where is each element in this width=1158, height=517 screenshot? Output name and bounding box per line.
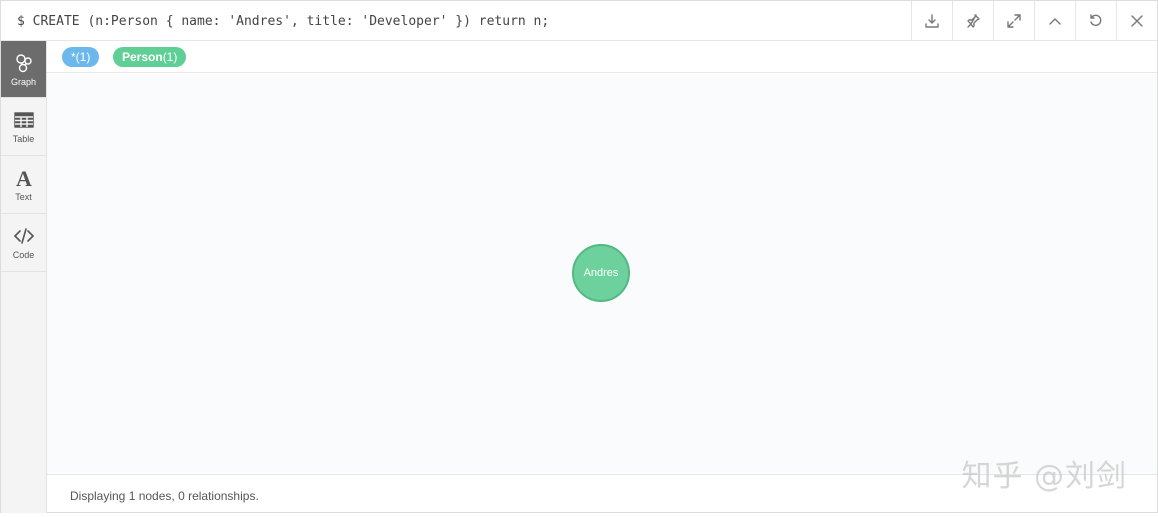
graph-canvas[interactable]: Andres [47,74,1157,474]
svg-text:A: A [16,167,32,189]
rerun-icon [1090,14,1102,27]
expand-button[interactable] [993,1,1034,41]
sidebar-item-label: Graph [10,76,36,87]
close-button[interactable] [1116,1,1157,41]
view-sidebar: Graph Table A Text Code [1,41,47,513]
sidebar-item-label: Table [12,134,35,144]
code-icon [13,225,35,247]
collapse-button[interactable] [1034,1,1075,41]
sidebar-item-graph[interactable]: Graph [1,41,46,98]
tag-person-count: (1) [162,50,178,64]
pin-button[interactable] [952,1,993,41]
graph-node[interactable]: Andres [572,244,630,302]
close-icon [1131,15,1143,27]
label-tag-bar: *(1) Person(1) [47,41,1157,73]
frame-actions [911,1,1157,41]
download-icon [925,14,939,28]
frame-header: $ CREATE (n:Person { name: 'Andres', tit… [1,1,1157,41]
tag-person-name: Person [122,50,163,64]
chevron-up-icon [1049,18,1061,25]
result-frame: $ CREATE (n:Person { name: 'Andres', tit… [0,0,1158,513]
expand-icon [1007,14,1021,28]
text-icon: A [13,167,35,189]
watermark: 知乎 @刘剑 [961,459,1127,494]
tag-person[interactable]: Person(1) [113,47,187,67]
sidebar-item-label: Code [12,250,35,260]
query-text[interactable]: $ CREATE (n:Person { name: 'Andres', tit… [17,1,549,41]
sidebar-item-table[interactable]: Table [1,98,46,156]
pin-icon [967,14,980,28]
status-text: Displaying 1 nodes, 0 relationships. [70,489,259,503]
table-icon [13,109,35,131]
download-button[interactable] [911,1,952,41]
rerun-button[interactable] [1075,1,1116,41]
sidebar-item-code[interactable]: Code [1,214,46,272]
sidebar-item-text[interactable]: A Text [1,156,46,214]
sidebar-item-label: Text [15,192,32,202]
tag-all-nodes[interactable]: *(1) [62,47,100,67]
graph-icon [13,52,35,74]
